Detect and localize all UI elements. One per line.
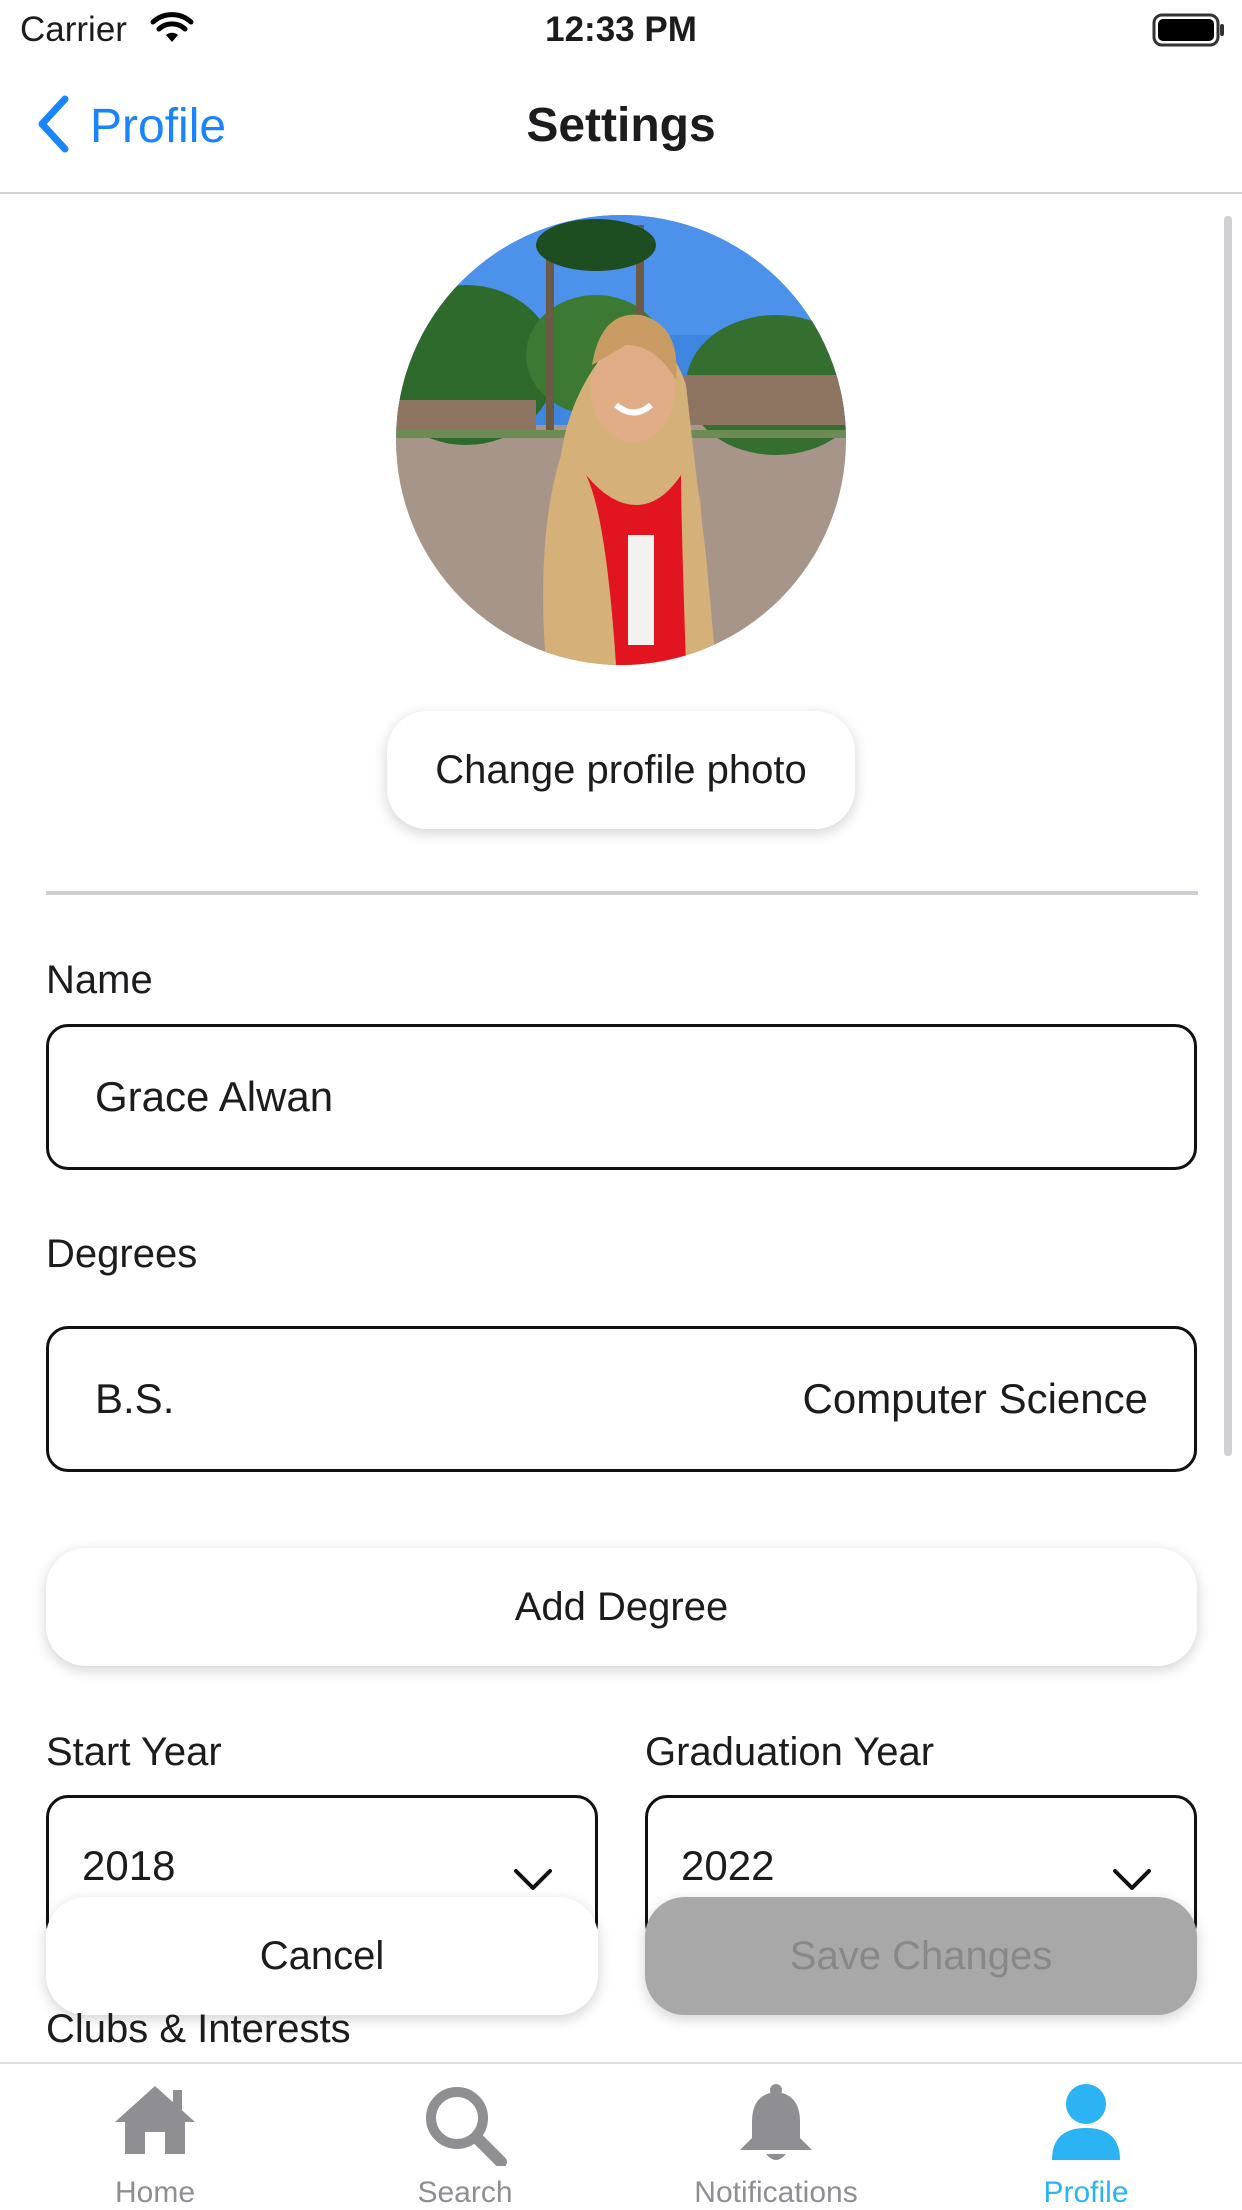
tab-notifications-label: Notifications xyxy=(694,2176,858,2209)
navigation-bar: Profile Settings xyxy=(0,60,1242,194)
degree-major: Computer Science xyxy=(802,1375,1149,1422)
tab-home[interactable]: Home xyxy=(0,2064,310,2210)
graduation-year-label: Graduation Year xyxy=(645,1730,935,1774)
start-year-value: 2018 xyxy=(82,1842,176,1889)
name-field-value: Grace Alwan xyxy=(95,1073,334,1120)
name-field[interactable]: Grace Alwan xyxy=(46,1024,1197,1170)
name-label: Name xyxy=(46,958,153,1002)
degree-type: B.S. xyxy=(95,1375,175,1422)
tab-search[interactable]: Search xyxy=(310,2064,620,2210)
cancel-button[interactable]: Cancel xyxy=(46,1897,598,2015)
degree-row[interactable]: B.S. Computer Science xyxy=(46,1326,1197,1472)
save-changes-button[interactable]: Save Changes xyxy=(645,1897,1197,2015)
tab-profile[interactable]: Profile xyxy=(931,2064,1241,2210)
clock: 12:33 PM xyxy=(545,10,697,49)
chevron-down-icon xyxy=(513,1854,553,1902)
graduation-year-value: 2022 xyxy=(681,1842,775,1889)
start-year-label: Start Year xyxy=(46,1730,222,1774)
tab-home-label: Home xyxy=(114,2176,196,2209)
scroll-indicator[interactable] xyxy=(1224,216,1232,1456)
bell-icon xyxy=(621,2082,931,2166)
section-divider xyxy=(46,891,1198,895)
tab-profile-label: Profile xyxy=(1043,2176,1129,2209)
chevron-down-icon xyxy=(1112,1854,1152,1902)
house-icon xyxy=(0,2082,310,2158)
add-degree-button[interactable]: Add Degree xyxy=(46,1548,1197,1666)
tab-bar: Home Search Notifications Profile xyxy=(0,2062,1242,2210)
clubs-interests-label: Clubs & Interests xyxy=(46,2007,351,2051)
person-icon xyxy=(931,2082,1241,2162)
change-profile-photo-button[interactable]: Change profile photo xyxy=(387,711,855,829)
page-title: Settings xyxy=(526,99,716,152)
magnifier-icon xyxy=(310,2082,620,2166)
status-bar: Carrier 12:33 PM xyxy=(0,0,1242,60)
tab-notifications[interactable]: Notifications xyxy=(621,2064,931,2210)
profile-photo[interactable] xyxy=(396,215,846,665)
degrees-label: Degrees xyxy=(46,1232,198,1276)
tab-search-label: Search xyxy=(417,2176,513,2209)
battery-icon xyxy=(1152,13,1226,52)
